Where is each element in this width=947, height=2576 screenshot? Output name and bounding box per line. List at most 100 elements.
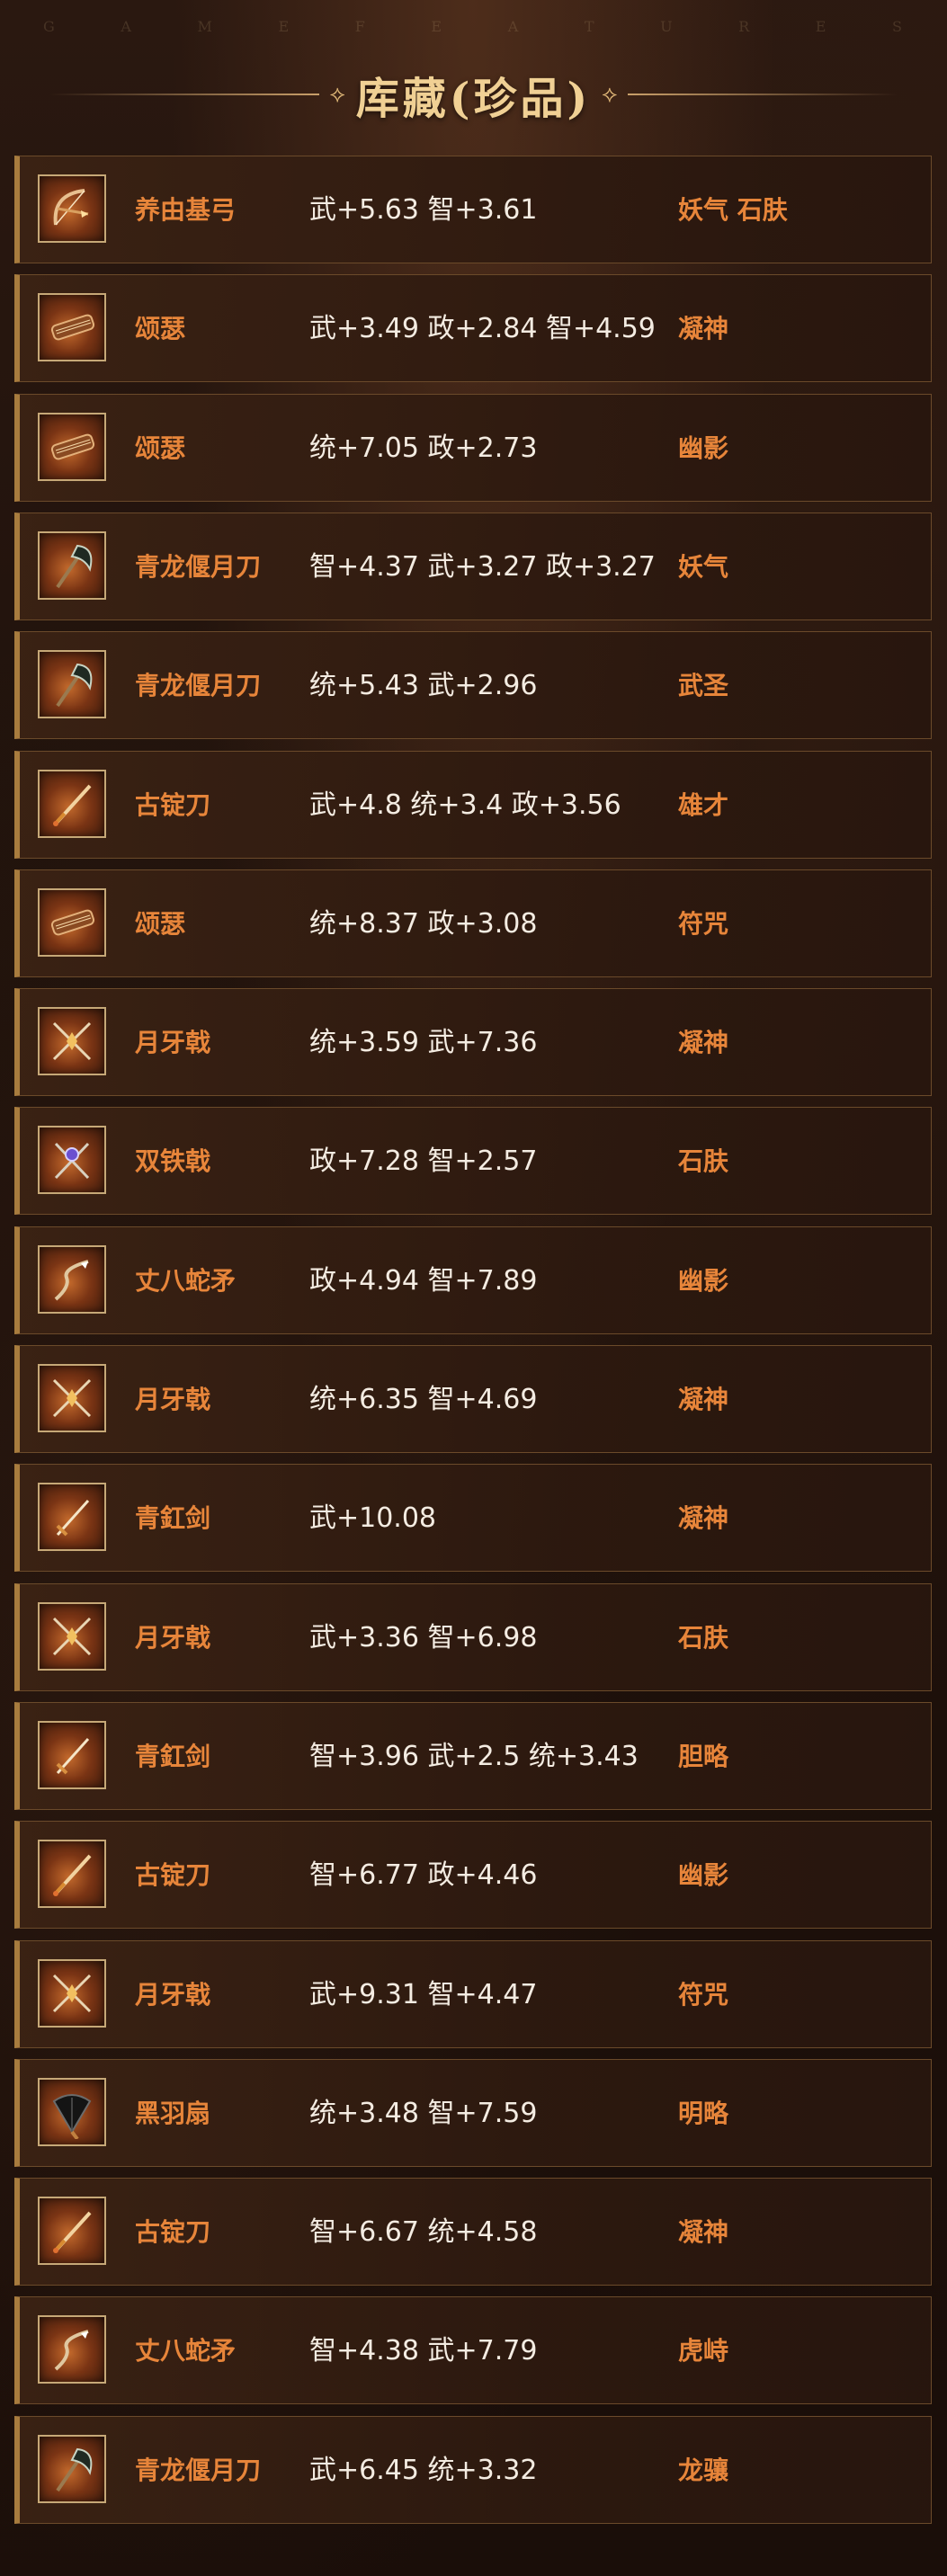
item-trait: 武圣	[678, 671, 729, 701]
halberd-icon	[38, 1364, 106, 1432]
header: ⟡ 库藏(珍品) ⟡	[0, 63, 947, 126]
list-item[interactable]: 月牙戟 武+3.36 智+6.98 石肤	[14, 1582, 932, 1691]
item-trait: 妖气	[678, 551, 729, 582]
item-trait: 幽影	[678, 1265, 729, 1296]
list-item[interactable]: 古锭刀 武+4.8 统+3.4 政+3.56 雄才	[14, 750, 932, 859]
item-stats: 统+5.43 武+2.96	[309, 670, 538, 702]
banner-letter: A	[507, 18, 521, 35]
item-name: 青釭剑	[135, 1503, 211, 1534]
item-stats: 政+4.94 智+7.89	[309, 1264, 538, 1297]
item-name: 丈八蛇矛	[135, 1265, 237, 1296]
list-item[interactable]: 古锭刀 智+6.67 统+4.58 凝神	[14, 2178, 932, 2286]
serpent-spear-icon	[38, 1244, 106, 1314]
banner-letter: E	[815, 18, 828, 35]
list-item[interactable]: 古锭刀 智+6.77 政+4.46 幽影	[14, 1821, 932, 1930]
list-item[interactable]: 养由基弓 武+5.63 智+3.61 妖气 石肤	[14, 156, 932, 263]
ornament-right-icon: ⟡	[602, 80, 618, 108]
item-stats: 武+5.63 智+3.61	[309, 194, 538, 226]
ornament-left-icon: ⟡	[329, 80, 345, 108]
item-stats: 智+6.77 政+4.46	[309, 1859, 538, 1892]
item-stats: 武+3.49 政+2.84 智+4.59	[309, 313, 656, 345]
list-item[interactable]: 青釭剑 武+10.08 凝神	[14, 1464, 932, 1573]
list-item[interactable]: 青龙偃月刀 武+6.45 统+3.32 龙骧	[14, 2415, 932, 2524]
twin-halberd-icon	[38, 1126, 106, 1195]
list-item[interactable]: 颂瑟 武+3.49 政+2.84 智+4.59 凝神	[14, 274, 932, 383]
item-trait: 石肤	[678, 1146, 729, 1177]
item-name: 颂瑟	[135, 314, 186, 344]
serpent-spear-icon	[38, 2315, 106, 2384]
item-name: 丈八蛇矛	[135, 2336, 237, 2367]
banner-watermark: GAMEFEATURES	[0, 18, 947, 38]
item-stats: 智+4.37 武+3.27 政+3.27	[309, 550, 656, 583]
list-item[interactable]: 月牙戟 统+6.35 智+4.69 凝神	[14, 1345, 932, 1453]
list-item[interactable]: 青龙偃月刀 统+5.43 武+2.96 武圣	[14, 631, 932, 740]
item-name: 古锭刀	[135, 789, 211, 820]
list-item[interactable]: 丈八蛇矛 智+4.38 武+7.79 虎峙	[14, 2296, 932, 2405]
list-item[interactable]: 青龙偃月刀 智+4.37 武+3.27 政+3.27 妖气	[14, 512, 932, 620]
item-trait: 胆略	[678, 1741, 729, 1771]
item-name: 颂瑟	[135, 908, 186, 939]
item-name: 养由基弓	[135, 195, 237, 225]
item-stats: 武+9.31 智+4.47	[309, 1978, 538, 2010]
glaive-icon	[38, 2434, 106, 2503]
banner-letter: S	[892, 18, 904, 35]
list-item[interactable]: 双铁戟 政+7.28 智+2.57 石肤	[14, 1107, 932, 1216]
item-name: 青龙偃月刀	[135, 671, 262, 701]
item-stats: 武+10.08	[309, 1502, 437, 1535]
item-name: 双铁戟	[135, 1146, 211, 1177]
list-item[interactable]: 颂瑟 统+8.37 政+3.08 符咒	[14, 869, 932, 977]
list-item[interactable]: 丈八蛇矛 政+4.94 智+7.89 幽影	[14, 1226, 932, 1334]
banner-letter: F	[354, 18, 367, 35]
item-name: 青龙偃月刀	[135, 2455, 262, 2485]
list-item[interactable]: 月牙戟 武+9.31 智+4.47 符咒	[14, 1939, 932, 2048]
zither-icon	[38, 887, 106, 957]
item-trait: 凝神	[678, 314, 729, 344]
item-trait: 龙骧	[678, 2455, 729, 2485]
page-title: 库藏(珍品)	[355, 74, 592, 124]
item-stats: 政+7.28 智+2.57	[309, 1145, 538, 1178]
banner-letter: E	[431, 18, 444, 35]
item-stats: 统+7.05 政+2.73	[309, 432, 538, 464]
sword-icon	[38, 1483, 106, 1552]
item-trait: 石肤	[678, 1622, 729, 1653]
saber-icon	[38, 2197, 106, 2266]
item-name: 古锭刀	[135, 2217, 211, 2248]
item-trait: 虎峙	[678, 2336, 729, 2367]
banner-letter: G	[43, 18, 57, 35]
item-name: 颂瑟	[135, 432, 186, 463]
banner-letter: U	[660, 18, 675, 35]
list-item[interactable]: 黑羽扇 统+3.48 智+7.59 明略	[14, 2058, 932, 2167]
item-stats: 统+8.37 政+3.08	[309, 907, 538, 940]
item-trait: 凝神	[678, 2217, 729, 2248]
item-name: 月牙戟	[135, 1979, 211, 2010]
zither-icon	[38, 293, 106, 362]
item-stats: 智+3.96 武+2.5 统+3.43	[309, 1740, 639, 1772]
item-trait: 妖气 石肤	[678, 195, 788, 225]
item-stats: 统+3.48 智+7.59	[309, 2097, 538, 2129]
item-trait: 符咒	[678, 1979, 729, 2010]
item-name: 青龙偃月刀	[135, 551, 262, 582]
list-item[interactable]: 青釭剑 智+3.96 武+2.5 统+3.43 胆略	[14, 1701, 932, 1810]
item-stats: 统+3.59 武+7.36	[309, 1027, 538, 1059]
item-name: 黑羽扇	[135, 2098, 211, 2128]
item-stats: 武+3.36 智+6.98	[309, 1621, 538, 1653]
page: G A M E F E A T U R E S ⟡ 库藏(珍品) ⟡ 养由基弓 武+5.63 智+3.6…	[0, 0, 947, 2576]
bow-icon	[38, 174, 106, 243]
saber-icon	[38, 1840, 106, 1909]
item-trait: 符咒	[678, 908, 729, 939]
list-item[interactable]: 颂瑟 统+7.05 政+2.73 幽影	[14, 393, 932, 502]
glaive-icon	[38, 530, 106, 600]
halberd-icon	[38, 1958, 106, 2028]
banner-letter: M	[197, 18, 214, 35]
item-trait: 凝神	[678, 1503, 729, 1534]
list-item[interactable]: 月牙戟 统+3.59 武+7.36 凝神	[14, 988, 932, 1097]
item-trait: 雄才	[678, 789, 729, 820]
item-stats: 统+6.35 智+4.69	[309, 1384, 538, 1415]
item-trait: 凝神	[678, 1385, 729, 1414]
item-name: 古锭刀	[135, 1860, 211, 1891]
halberd-icon	[38, 1007, 106, 1076]
item-stats: 武+4.8 统+3.4 政+3.56	[309, 789, 621, 821]
zither-icon	[38, 412, 106, 481]
banner-letter: A	[121, 18, 133, 35]
item-stats: 智+4.38 武+7.79	[309, 2335, 538, 2367]
